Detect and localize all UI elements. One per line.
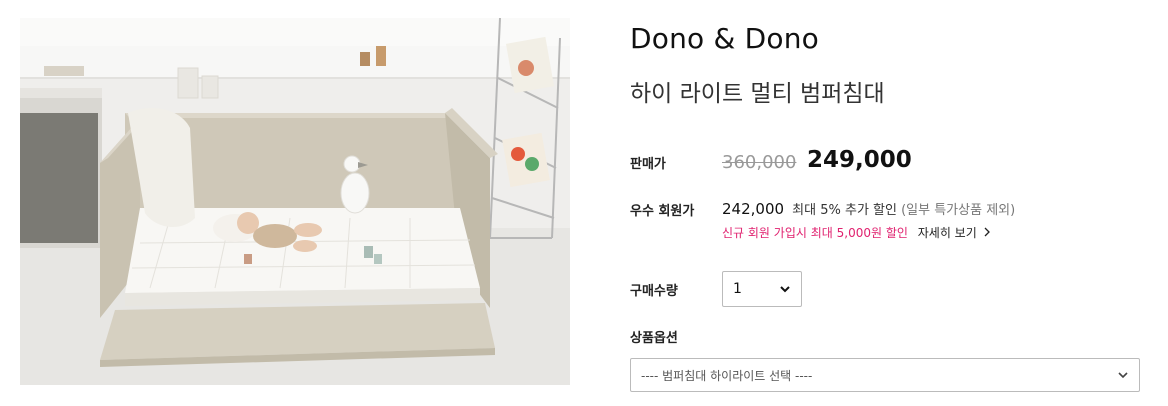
quantity-value: 1 [733, 281, 742, 297]
quantity-label: 구매수량 [630, 284, 678, 299]
brand-name: Dono & Dono [630, 22, 819, 55]
chevron-down-icon [1118, 372, 1128, 379]
detail-link-label: 자세히 보기 [917, 226, 977, 240]
member-price: 242,000 [722, 200, 785, 218]
detail-link[interactable]: 자세히 보기 [918, 226, 993, 240]
sale-price: 249,000 [807, 147, 912, 173]
options-label: 상품옵션 [630, 331, 678, 346]
option-select[interactable]: ---- 범퍼침대 하이라이트 선택 ---- [630, 358, 1140, 392]
member-price-label: 우수 회원가 [630, 204, 695, 219]
chevron-right-icon [984, 227, 990, 237]
product-photo[interactable] [20, 18, 570, 385]
product-info-panel: Dono & Dono 하이 라이트 멀티 범퍼침대 판매가 360,000 2… [630, 0, 1150, 406]
product-title: 하이 라이트 멀티 범퍼침대 [630, 81, 885, 107]
member-price-line: 242,000 최대 5% 추가 할인 (일부 특가상품 제외) [722, 199, 1015, 218]
promo-line: 신규 회원 가입시 최대 5,000원 할인 자세히 보기 [722, 224, 993, 241]
member-discount-note: (일부 특가상품 제외) [901, 203, 1016, 218]
chevron-down-icon [780, 286, 790, 293]
original-price: 360,000 [722, 152, 797, 173]
signup-promo-text: 신규 회원 가입시 최대 5,000원 할인 [722, 226, 908, 240]
quantity-select[interactable]: 1 [722, 271, 802, 307]
bumper-bed-illustration [20, 18, 570, 385]
option-placeholder: ---- 범퍼침대 하이라이트 선택 ---- [641, 368, 813, 383]
price-label: 판매가 [630, 157, 666, 172]
member-discount: 최대 5% 추가 할인 [792, 203, 897, 218]
